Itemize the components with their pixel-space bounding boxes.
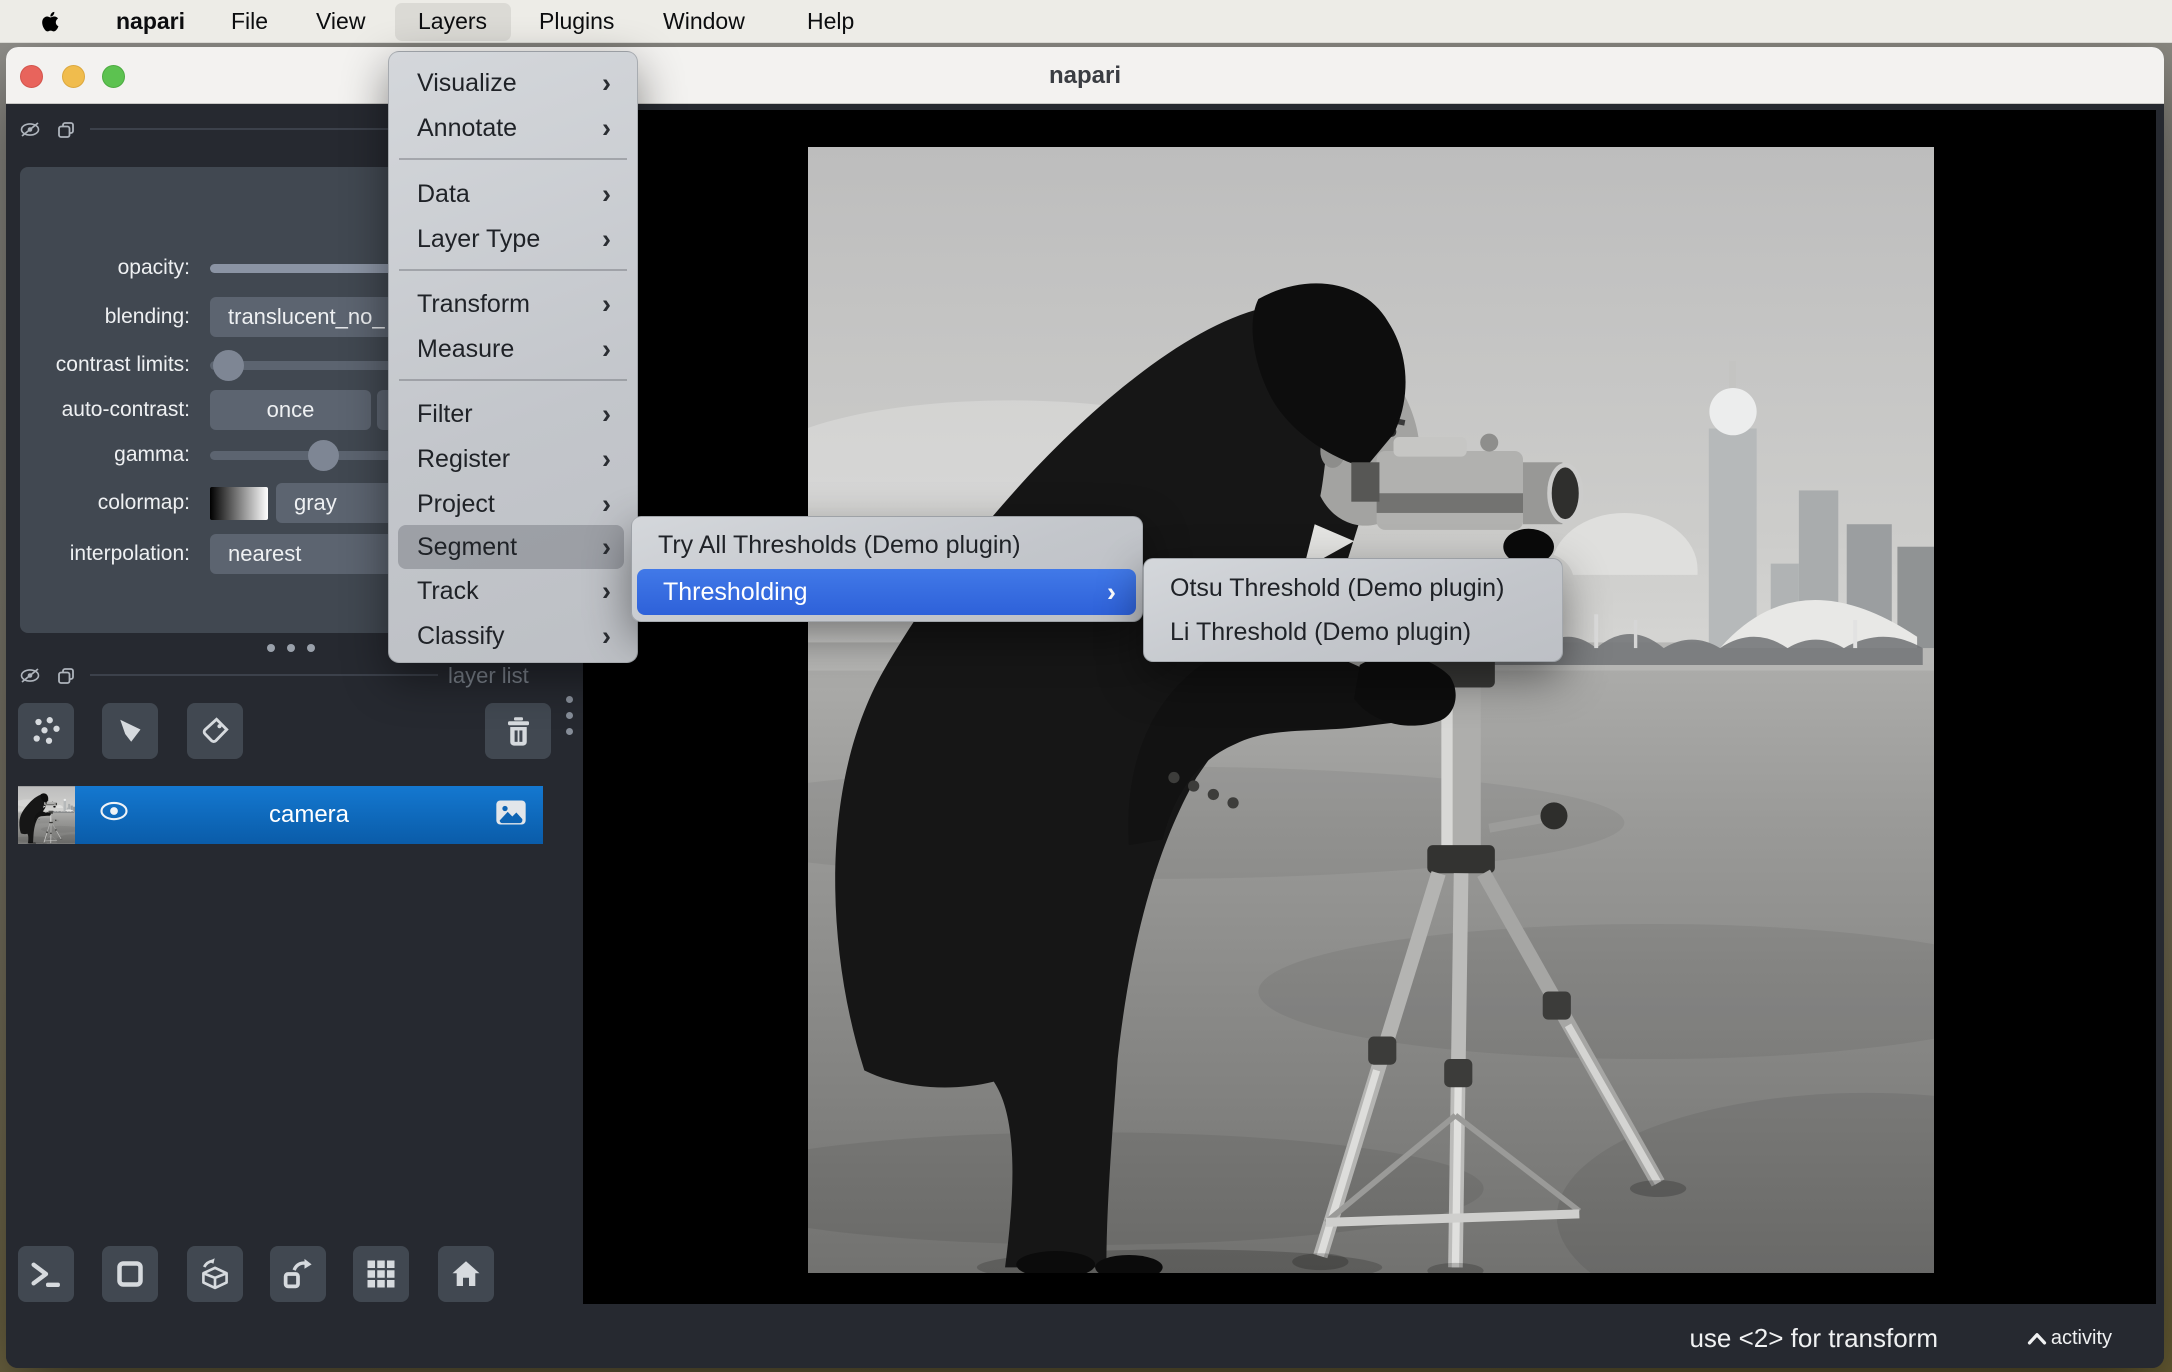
chevron-right-icon: ›: [602, 621, 611, 652]
colormap-label: colormap:: [20, 491, 190, 515]
apple-logo-icon[interactable]: [38, 9, 63, 34]
grid-view-button[interactable]: [353, 1246, 409, 1302]
hide-dock-eye-icon[interactable]: [18, 121, 42, 139]
menu-item-layer-type[interactable]: Layer Type›: [389, 217, 637, 261]
interpolation-label: interpolation:: [20, 542, 190, 566]
menu-item-data[interactable]: Data›: [389, 172, 637, 216]
menu-item-try-all-thresholds[interactable]: Try All Thresholds (Demo plugin): [632, 523, 1142, 567]
thresholding-submenu: Otsu Threshold (Demo plugin) Li Threshol…: [1143, 558, 1563, 662]
menu-item-classify[interactable]: Classify›: [389, 614, 637, 658]
new-labels-layer-button[interactable]: [187, 703, 243, 759]
menu-item-project[interactable]: Project›: [389, 482, 637, 526]
delete-layer-button[interactable]: [485, 703, 551, 759]
window-titlebar[interactable]: napari: [6, 47, 2164, 104]
contrast-limits-label: contrast limits:: [20, 353, 190, 377]
menu-item-filter[interactable]: Filter›: [389, 392, 637, 436]
activity-button[interactable]: activity: [2027, 1309, 2112, 1368]
menu-item-thresholding[interactable]: Thresholding ›: [637, 569, 1136, 615]
chevron-up-icon: [2027, 1332, 2047, 1345]
window-content: opacity: blending: translucent_no_ contr…: [6, 105, 2164, 1309]
auto-contrast-once-button[interactable]: once: [210, 390, 371, 430]
panel-resize-dots[interactable]: [267, 644, 315, 652]
chevron-right-icon: ›: [602, 68, 611, 99]
chevron-right-icon: ›: [602, 444, 611, 475]
menu-item-visualize[interactable]: Visualize›: [389, 61, 637, 105]
macos-menu-bar: napari File View Layers Plugins Window H…: [0, 0, 2172, 43]
home-reset-view-button[interactable]: [438, 1246, 494, 1302]
chevron-right-icon: ›: [1107, 577, 1116, 608]
menubar-item-window[interactable]: Window: [663, 0, 745, 43]
chevron-right-icon: ›: [602, 113, 611, 144]
menubar-item-view[interactable]: View: [316, 0, 365, 43]
menubar-app-name[interactable]: napari: [116, 0, 185, 43]
image-layer-type-icon[interactable]: [495, 799, 527, 826]
float-dock-icon[interactable]: [56, 666, 80, 684]
layers-menu: Visualize› Annotate› Data› Layer Type› T…: [388, 51, 638, 663]
viewer-canvas-frame: [583, 105, 2164, 1309]
layer-name: camera: [75, 801, 543, 829]
transpose-dimensions-button[interactable]: [270, 1246, 326, 1302]
chevron-right-icon: ›: [602, 576, 611, 607]
camera-image-layer: [808, 147, 1934, 1273]
menu-item-transform[interactable]: Transform›: [389, 282, 637, 326]
chevron-right-icon: ›: [602, 334, 611, 365]
menu-item-track[interactable]: Track›: [389, 569, 637, 613]
chevron-right-icon: ›: [602, 289, 611, 320]
auto-contrast-label: auto-contrast:: [20, 398, 190, 422]
window-title: napari: [6, 47, 2164, 104]
chevron-right-icon: ›: [602, 179, 611, 210]
blending-label: blending:: [20, 305, 190, 329]
contrast-limits-handle[interactable]: [213, 350, 244, 381]
napari-window: napari opacity: blending: translucent_n: [6, 47, 2164, 1368]
dock-resize-handle[interactable]: [566, 696, 573, 735]
hide-dock-eye-icon[interactable]: [18, 667, 42, 685]
menu-separator: [399, 158, 627, 160]
chevron-right-icon: ›: [602, 224, 611, 255]
menu-item-li-threshold[interactable]: Li Threshold (Demo plugin): [1144, 610, 1562, 654]
status-hint: use <2> for transform: [1689, 1309, 1938, 1368]
console-button[interactable]: [18, 1246, 74, 1302]
gamma-handle[interactable]: [308, 440, 339, 471]
roll-dimensions-cube-button[interactable]: [187, 1246, 243, 1302]
chevron-right-icon: ›: [602, 532, 611, 563]
chevron-right-icon: ›: [602, 399, 611, 430]
activity-label: activity: [2051, 1327, 2112, 1350]
layer-row-camera[interactable]: camera: [18, 786, 543, 844]
menu-item-measure[interactable]: Measure›: [389, 327, 637, 371]
menubar-item-plugins[interactable]: Plugins: [539, 0, 614, 43]
float-dock-icon[interactable]: [56, 120, 80, 138]
menu-item-annotate[interactable]: Annotate›: [389, 106, 637, 150]
gamma-label: gamma:: [20, 443, 190, 467]
status-bar: use <2> for transform activity: [6, 1309, 2164, 1368]
menubar-item-file[interactable]: File: [231, 0, 268, 43]
menubar-item-help[interactable]: Help: [807, 0, 854, 43]
new-shapes-layer-button[interactable]: [102, 703, 158, 759]
chevron-right-icon: ›: [602, 489, 611, 520]
menu-item-segment[interactable]: Segment ›: [389, 525, 637, 569]
new-points-layer-button[interactable]: [18, 703, 74, 759]
layer-selected-row[interactable]: camera: [75, 786, 543, 844]
menu-item-otsu-threshold[interactable]: Otsu Threshold (Demo plugin): [1144, 566, 1562, 610]
menubar-item-layers[interactable]: Layers: [418, 0, 487, 43]
layer-list-title: layer list: [448, 663, 529, 689]
menu-separator: [399, 269, 627, 271]
layer-list-divider: [90, 674, 438, 676]
ndisplay-2d-button[interactable]: [102, 1246, 158, 1302]
layer-thumbnail: [18, 786, 75, 844]
opacity-label: opacity:: [20, 256, 190, 280]
menu-separator: [399, 379, 627, 381]
menu-item-register[interactable]: Register›: [389, 437, 637, 481]
colormap-gradient-swatch: [210, 487, 268, 520]
viewer-canvas[interactable]: [583, 110, 2156, 1304]
segment-submenu: Try All Thresholds (Demo plugin) Thresho…: [631, 516, 1143, 622]
